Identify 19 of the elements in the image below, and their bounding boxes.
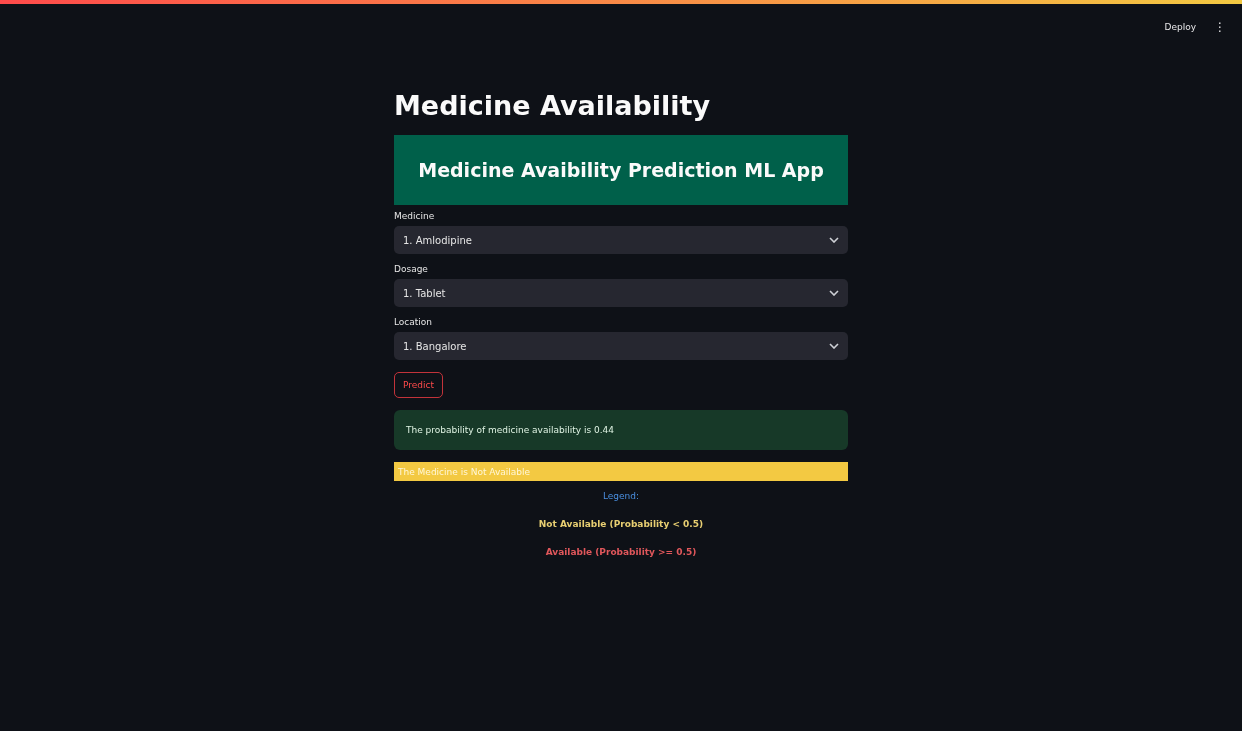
warning-banner: The Medicine is Not Available: [394, 462, 848, 481]
chevron-down-icon: [829, 290, 839, 296]
legend-item: Not Available (Probability < 0.5): [538, 519, 704, 529]
menu-button[interactable]: ⋮: [1210, 18, 1230, 36]
app-banner: Medicine Avaibility Prediction ML App: [394, 135, 848, 205]
field-label: Medicine: [394, 211, 435, 221]
select-field[interactable]: 1. Amlodipine: [394, 226, 848, 254]
select-field[interactable]: 1. Tablet: [394, 279, 848, 307]
field-label: Location: [394, 317, 433, 327]
select-field[interactable]: 1. Bangalore: [394, 332, 848, 360]
chevron-down-icon: [829, 343, 839, 349]
field-label: Dosage: [394, 264, 428, 274]
predict-button[interactable]: Predict: [394, 372, 443, 398]
legend-title: Legend:: [602, 491, 640, 501]
chevron-down-icon: [829, 237, 839, 243]
page-title: Medicine Availability: [394, 90, 711, 121]
success-alert: The probability of medicine availability is 0.44: [394, 410, 848, 450]
deploy-button[interactable]: Deploy: [1160, 18, 1200, 36]
legend-item: Available (Probability >= 0.5): [545, 547, 697, 557]
